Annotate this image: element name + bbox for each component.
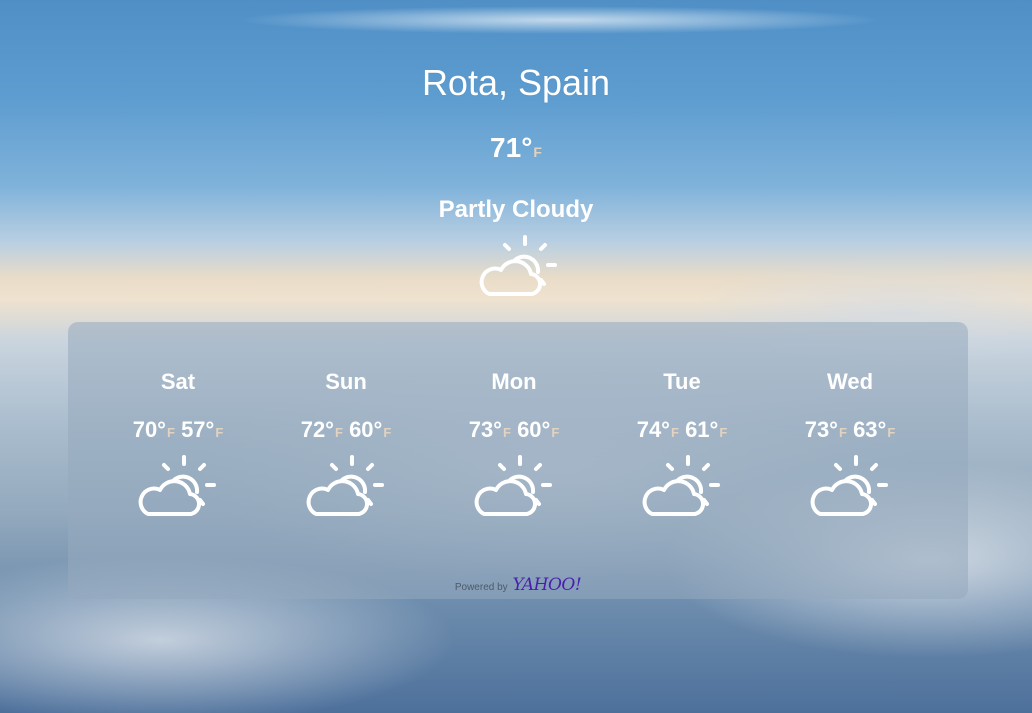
day-name: Sat	[160, 369, 196, 394]
high-unit: F	[166, 425, 175, 440]
low-temp: 63°	[853, 417, 887, 442]
high-temp: 72°	[300, 417, 334, 442]
low-unit: F	[719, 425, 728, 440]
forecast-panel: Sat 70°F 57°F Sun 72°F 60°F Mon 73°F 60°…	[68, 322, 968, 599]
weather-app: Rota, Spain 71°F Partly Cloudy Sat 70°F …	[0, 0, 1032, 713]
high-temp: 73°	[804, 417, 838, 442]
day-name: Wed	[826, 369, 874, 394]
low-temp: 61°	[685, 417, 719, 442]
low-unit: F	[215, 425, 224, 440]
day-temps: 74°F 61°F	[598, 417, 766, 443]
current-temp-unit: F	[533, 144, 542, 160]
low-unit: F	[551, 425, 560, 440]
low-temp: 60°	[517, 417, 551, 442]
day-name: Sun	[325, 369, 367, 394]
current-temperature: 71°F	[0, 132, 1032, 164]
partly-cloudy-day-icon	[808, 454, 890, 520]
day-temps: 73°F 63°F	[766, 417, 934, 443]
high-temp: 73°	[468, 417, 502, 442]
high-temp: 74°	[636, 417, 670, 442]
current-condition: Partly Cloudy	[438, 196, 594, 223]
day-temps: 73°F 60°F	[430, 417, 598, 443]
partly-cloudy-day-icon	[136, 454, 218, 520]
current-temp-value: 71°	[490, 132, 533, 163]
yahoo-logo-link[interactable]: YAHOO!	[512, 575, 581, 595]
low-temp: 60°	[349, 417, 383, 442]
day-temps: 70°F 57°F	[94, 417, 262, 443]
high-unit: F	[670, 425, 679, 440]
day-name: Mon	[491, 369, 537, 394]
high-unit: F	[502, 425, 511, 440]
partly-cloudy-day-icon	[304, 454, 386, 520]
attribution: Powered by YAHOO!	[68, 575, 968, 595]
powered-by-text: Powered by	[454, 582, 508, 593]
high-unit: F	[334, 425, 343, 440]
low-temp: 57°	[181, 417, 215, 442]
high-unit: F	[838, 425, 847, 440]
high-temp: 70°	[132, 417, 166, 442]
day-name: Tue	[663, 369, 701, 394]
partly-cloudy-day-icon	[477, 234, 559, 300]
partly-cloudy-day-icon	[640, 454, 722, 520]
low-unit: F	[887, 425, 896, 440]
day-temps: 72°F 60°F	[262, 417, 430, 443]
low-unit: F	[383, 425, 392, 440]
partly-cloudy-day-icon	[472, 454, 554, 520]
location-title: Rota, Spain	[421, 62, 611, 103]
